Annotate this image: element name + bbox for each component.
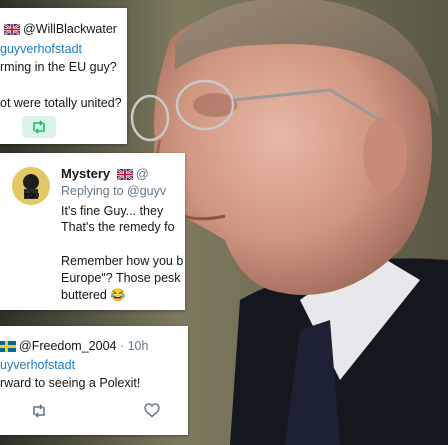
author-handle[interactable]: @ — [136, 166, 149, 181]
heart-icon[interactable] — [144, 403, 160, 418]
tweet-text-line2: That's the remedy fo — [61, 220, 175, 234]
retweet-icon[interactable] — [31, 404, 47, 418]
tweet-card-freedom[interactable]: @Freedom_2004 · 10h uyverhofstadt rward … — [0, 326, 188, 435]
retweet-icon[interactable] — [31, 120, 47, 134]
sweden-flag-icon — [0, 341, 16, 352]
tweet-text-line1: rming in the EU guy? — [0, 60, 117, 74]
tweet-card-willblackwater[interactable]: @WillBlackwater guyverhofstadt rming in … — [0, 8, 127, 144]
avatar-text: YOU — [24, 193, 40, 200]
laughing-emoji-icon: 😂 — [110, 288, 126, 302]
tweet-header: @Freedom_2004 · 10h — [0, 339, 148, 354]
tweet-header: @WillBlackwater — [4, 22, 117, 37]
tweet-header: Mystery @ — [61, 166, 149, 181]
author-name[interactable]: Mystery — [61, 166, 110, 181]
tweet-time: · 10h — [119, 339, 149, 353]
tweet-card-mystery[interactable]: YOU Mystery @ Replying to @guyv It's fin… — [0, 153, 185, 310]
photo-collage: @WillBlackwater guyverhofstadt rming in … — [0, 0, 448, 445]
reply-to-handle[interactable]: guyverhofstadt — [0, 42, 82, 57]
author-handle[interactable]: @WillBlackwater — [23, 22, 117, 36]
avatar[interactable]: YOU — [12, 167, 50, 205]
uk-flag-icon — [4, 24, 20, 35]
uk-flag-icon — [116, 169, 133, 180]
tweet-text-line1: rward to seeing a Polexit! — [0, 376, 141, 390]
tweet-text-line5: buttered 😂 — [61, 288, 126, 303]
tweet-text-line2: ot were totally united? — [0, 96, 122, 110]
author-handle[interactable]: @Freedom_2004 — [19, 339, 116, 353]
reply-to-handle[interactable]: uyverhofstadt — [0, 358, 75, 373]
tweet-text-line4: Europe"? Those pesk — [61, 271, 181, 285]
tweet-text-line1: It's fine Guy... they — [61, 204, 164, 218]
replying-to[interactable]: Replying to @guyv — [61, 184, 166, 199]
tweet-text-line3: Remember how you b — [61, 254, 184, 268]
tweet-text-word: buttered — [61, 288, 107, 302]
